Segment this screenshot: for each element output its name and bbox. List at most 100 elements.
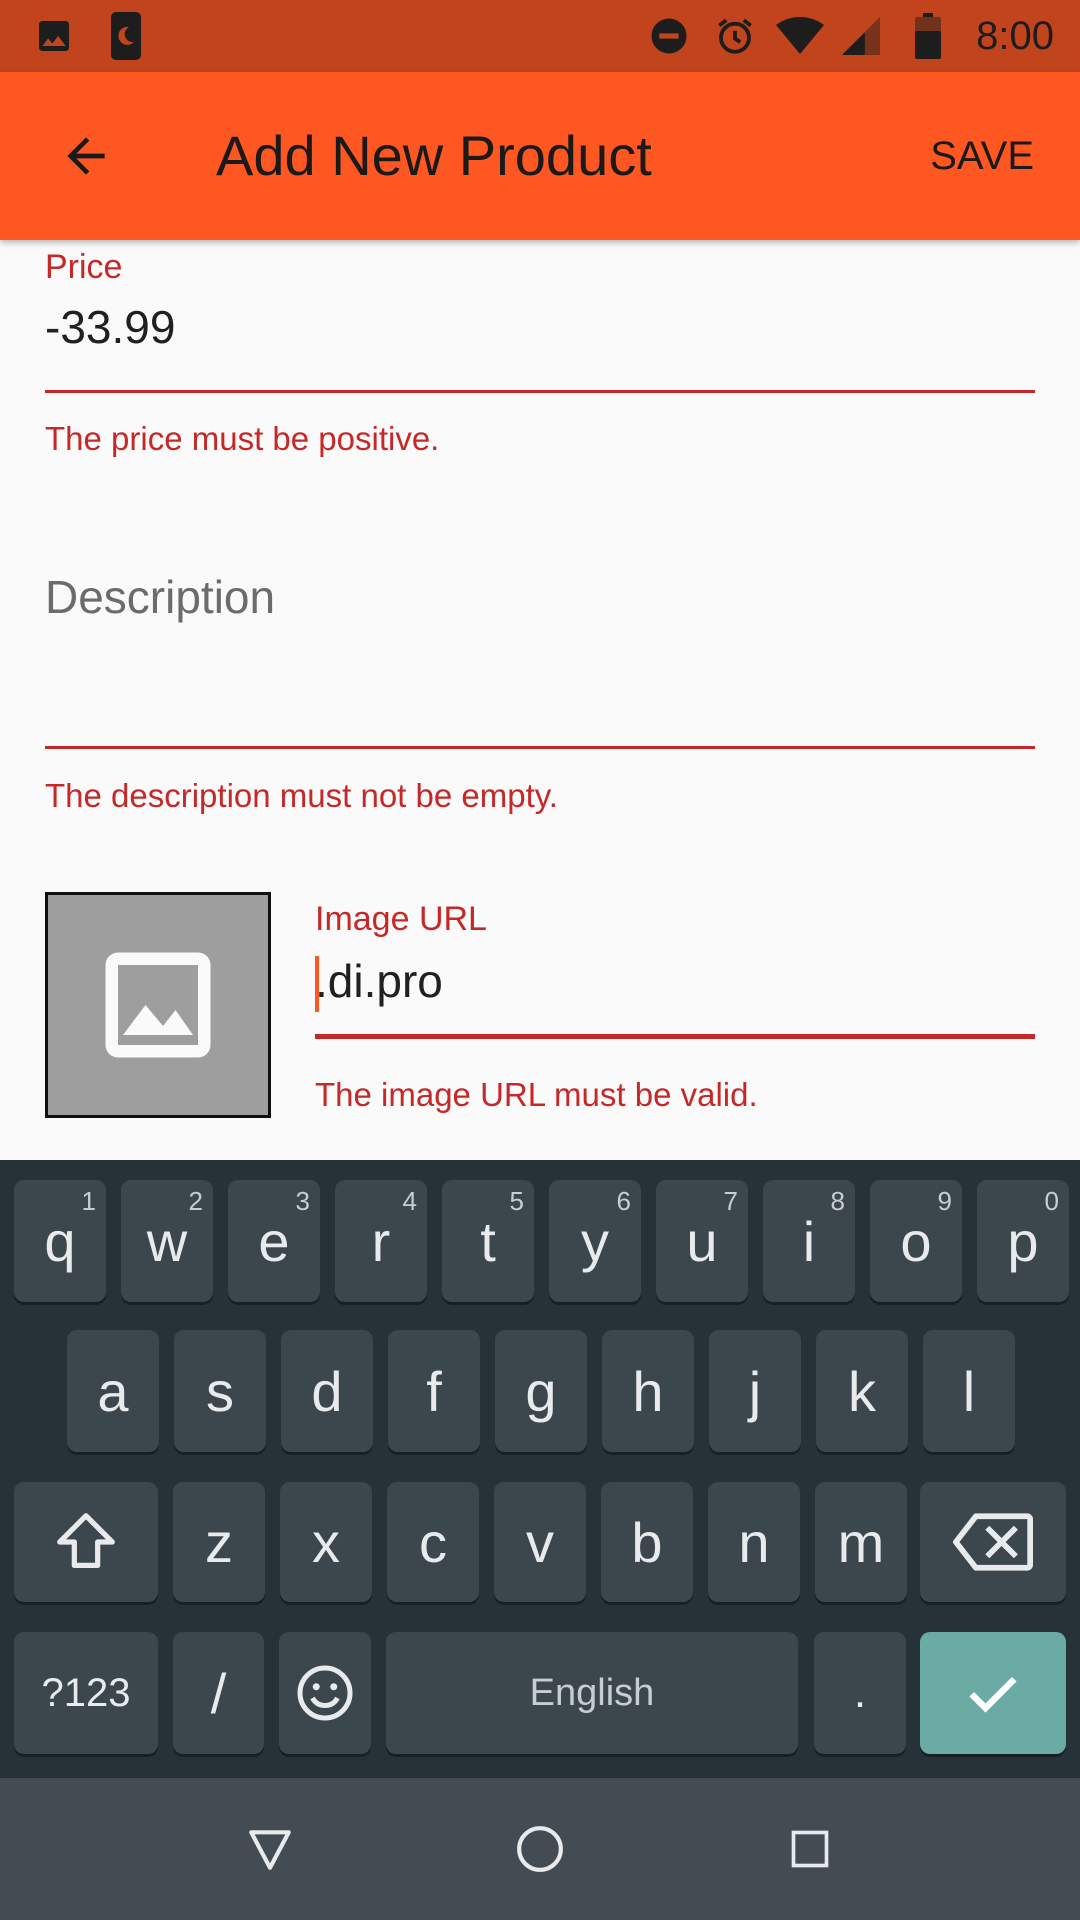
done-key[interactable] xyxy=(920,1632,1066,1754)
period-key[interactable]: . xyxy=(814,1632,906,1754)
key-c[interactable]: c xyxy=(387,1482,479,1602)
key-o-label: o xyxy=(900,1209,932,1273)
key-l-label: l xyxy=(962,1359,976,1423)
key-j[interactable]: j xyxy=(709,1330,801,1452)
image-url-input[interactable]: .di.pro xyxy=(315,954,443,1008)
emoji-icon xyxy=(297,1665,353,1721)
key-s[interactable]: s xyxy=(174,1330,266,1452)
space-key[interactable]: English xyxy=(386,1632,798,1754)
key-x[interactable]: x xyxy=(280,1482,372,1602)
backspace-key[interactable] xyxy=(920,1482,1066,1602)
key-t-label: t xyxy=(480,1209,496,1273)
key-f[interactable]: f xyxy=(388,1330,480,1452)
price-input[interactable]: -33.99 xyxy=(45,300,175,354)
status-time: 8:00 xyxy=(976,14,1054,58)
key-v[interactable]: v xyxy=(494,1482,586,1602)
app-bar: Add New Product SAVE xyxy=(0,72,1080,240)
shift-key[interactable] xyxy=(14,1482,158,1602)
back-button[interactable] xyxy=(46,116,126,196)
alarm-icon xyxy=(712,0,758,72)
key-d[interactable]: d xyxy=(281,1330,373,1452)
key-h[interactable]: h xyxy=(602,1330,694,1452)
description-underline xyxy=(45,746,1035,749)
do-not-disturb-icon xyxy=(646,0,692,72)
save-button[interactable]: SAVE xyxy=(930,72,1034,240)
image-url-label: Image URL xyxy=(315,900,487,938)
description-field[interactable]: Description xyxy=(45,570,1035,750)
key-o-hint: 9 xyxy=(937,1186,952,1216)
key-r[interactable]: r4 xyxy=(335,1180,427,1302)
wifi-icon xyxy=(774,0,826,72)
price-underline xyxy=(45,390,1035,393)
slash-key-label: / xyxy=(210,1661,227,1725)
key-r-label: r xyxy=(371,1209,391,1273)
key-k[interactable]: k xyxy=(816,1330,908,1452)
product-form: Price -33.99 The price must be positive.… xyxy=(0,240,1080,1160)
slash-key[interactable]: / xyxy=(173,1632,264,1754)
image-url-underline xyxy=(315,1034,1035,1039)
key-t[interactable]: t5 xyxy=(442,1180,534,1302)
key-y-hint: 6 xyxy=(616,1186,631,1216)
key-d-label: d xyxy=(311,1359,343,1423)
image-preview[interactable] xyxy=(45,892,271,1118)
key-u-label: u xyxy=(686,1209,718,1273)
key-n[interactable]: n xyxy=(708,1482,800,1602)
key-w[interactable]: w2 xyxy=(121,1180,213,1302)
nav-recents-icon xyxy=(791,1830,829,1868)
key-z[interactable]: z xyxy=(173,1482,265,1602)
key-l[interactable]: l xyxy=(923,1330,1015,1452)
description-error: The description must not be empty. xyxy=(45,777,558,814)
key-e[interactable]: e3 xyxy=(228,1180,320,1302)
nav-home-button[interactable] xyxy=(480,1778,600,1920)
key-i-hint: 8 xyxy=(830,1186,845,1216)
key-m[interactable]: m xyxy=(815,1482,907,1602)
key-g-label: g xyxy=(525,1359,557,1423)
key-e-hint: 3 xyxy=(295,1186,310,1216)
nav-home-icon xyxy=(517,1826,563,1872)
price-label: Price xyxy=(45,248,123,286)
navigation-bar xyxy=(0,1778,1080,1920)
night-mode-icon xyxy=(104,0,148,72)
key-i[interactable]: i8 xyxy=(763,1180,855,1302)
symbols-key-label: ?123 xyxy=(41,1670,131,1715)
period-key-label: . xyxy=(853,1668,867,1717)
nav-recents-button[interactable] xyxy=(750,1778,870,1920)
key-z-label: z xyxy=(205,1510,233,1574)
key-w-label: w xyxy=(146,1209,188,1273)
key-u[interactable]: u7 xyxy=(656,1180,748,1302)
symbols-key[interactable]: ?123 xyxy=(14,1632,158,1754)
page-title: Add New Product xyxy=(216,124,652,187)
key-a[interactable]: a xyxy=(67,1330,159,1452)
key-q-label: q xyxy=(44,1209,76,1273)
key-e-label: e xyxy=(258,1209,290,1273)
key-p[interactable]: p0 xyxy=(977,1180,1069,1302)
key-o[interactable]: o9 xyxy=(870,1180,962,1302)
key-q[interactable]: q1 xyxy=(14,1180,106,1302)
key-f-label: f xyxy=(426,1359,442,1423)
key-k-label: k xyxy=(848,1359,876,1423)
image-url-field[interactable]: Image URL .di.pro xyxy=(315,900,1035,1090)
key-u-hint: 7 xyxy=(723,1186,738,1216)
status-bar: 8:00 xyxy=(0,0,1080,72)
key-g[interactable]: g xyxy=(495,1330,587,1452)
soft-keyboard: q1w2e3r4t5y6u7i8o9p0 asdfghjkl zxcvbnm ?… xyxy=(0,1160,1080,1778)
emoji-key[interactable] xyxy=(279,1632,371,1754)
image-icon xyxy=(32,0,76,72)
image-url-error: The image URL must be valid. xyxy=(315,1076,758,1113)
key-r-hint: 4 xyxy=(402,1186,417,1216)
price-field[interactable]: Price -33.99 xyxy=(45,240,1035,393)
key-a-label: a xyxy=(97,1359,129,1423)
key-n-label: n xyxy=(738,1510,770,1574)
space-key-label: English xyxy=(529,1671,655,1714)
key-b[interactable]: b xyxy=(601,1482,693,1602)
key-y[interactable]: y6 xyxy=(549,1180,641,1302)
nav-back-button[interactable] xyxy=(210,1778,330,1920)
nav-back-icon xyxy=(249,1830,291,1870)
description-input[interactable]: Description xyxy=(45,570,275,624)
price-error: The price must be positive. xyxy=(45,420,440,457)
cell-signal-icon xyxy=(838,0,884,72)
key-i-label: i xyxy=(802,1209,816,1273)
key-b-label: b xyxy=(631,1510,663,1574)
check-icon xyxy=(969,1676,1017,1713)
key-c-label: c xyxy=(419,1510,447,1574)
